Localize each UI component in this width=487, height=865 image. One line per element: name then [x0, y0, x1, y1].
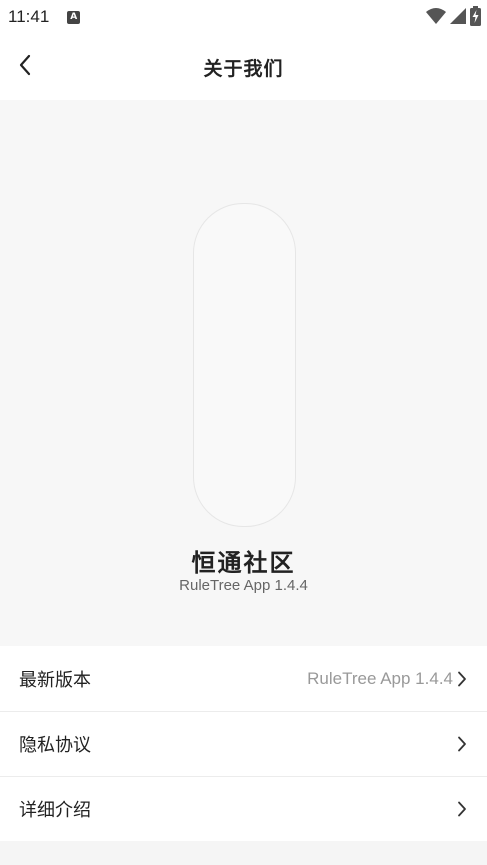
app-logo: [193, 203, 296, 527]
page-title: 关于我们: [203, 57, 284, 80]
battery-charging-icon: [470, 6, 481, 26]
status-bar: 11:41 A: [0, 0, 487, 34]
chevron-right-icon: [457, 671, 467, 687]
about-screen: 11:41 A 关于我们 恒通社区 RuleTree App 1.4.4 最新版…: [0, 0, 487, 865]
footer-area: [0, 841, 487, 865]
status-time: 11:41: [8, 7, 50, 26]
a-badge-icon: A: [67, 10, 81, 24]
menu-item-label: 隐私协议: [19, 735, 91, 756]
app-name: 恒通社区: [191, 549, 296, 577]
menu-item-label: 最新版本: [19, 669, 91, 691]
chevron-right-icon: [457, 801, 467, 817]
menu-item-details[interactable]: 详细介绍: [0, 776, 487, 841]
chevron-right-icon: [457, 736, 467, 752]
app-version: RuleTree App 1.4.4: [179, 577, 308, 594]
back-button[interactable]: [10, 50, 40, 80]
menu-item-latest-version[interactable]: 最新版本 RuleTree App 1.4.4: [0, 646, 487, 711]
wifi-icon: [426, 8, 446, 24]
header-bar: 关于我们: [0, 34, 487, 100]
menu-item-label: 详细介绍: [19, 800, 91, 821]
cell-signal-icon: [450, 8, 466, 24]
menu-item-privacy-policy[interactable]: 隐私协议: [0, 711, 487, 776]
chevron-left-icon: [19, 54, 31, 76]
about-menu: 最新版本 RuleTree App 1.4.4 隐私协议 详细介绍: [0, 646, 487, 841]
app-info-panel: 恒通社区 RuleTree App 1.4.4: [0, 100, 487, 646]
status-icons: [426, 6, 481, 26]
menu-item-value: RuleTree App 1.4.4: [307, 668, 453, 688]
